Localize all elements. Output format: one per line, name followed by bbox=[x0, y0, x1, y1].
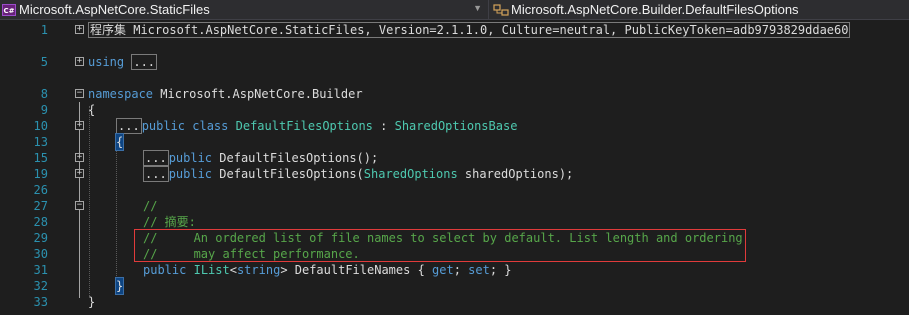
expand-icon[interactable]: + bbox=[75, 57, 84, 66]
code-line: 26 bbox=[0, 182, 909, 198]
code-line: 10 + ... public class DefaultFilesOptions… bbox=[0, 118, 909, 134]
matched-open-brace: { bbox=[114, 133, 125, 151]
navigation-bar: C# Microsoft.AspNetCore.StaticFiles ▼ Mi… bbox=[0, 0, 909, 20]
line-number: 5 bbox=[40, 55, 48, 69]
highlight-annotation-box bbox=[134, 229, 746, 262]
type-dropdown[interactable]: Microsoft.AspNetCore.Builder.DefaultFile… bbox=[489, 0, 909, 19]
public-keyword: public bbox=[143, 263, 187, 277]
project-dropdown[interactable]: C# Microsoft.AspNetCore.StaticFiles ▼ bbox=[0, 0, 489, 19]
using-keyword: using bbox=[88, 55, 125, 69]
collapsed-region[interactable]: ... bbox=[116, 118, 142, 134]
generic-open: < bbox=[229, 263, 237, 277]
line-number: 27 bbox=[33, 199, 48, 213]
get-keyword: get bbox=[432, 263, 454, 277]
inherit-separator: : bbox=[372, 119, 395, 133]
code-line: 31 public IList<string> DefaultFileNames… bbox=[0, 262, 909, 278]
line-number: 30 bbox=[33, 247, 48, 261]
code-line: 8 − namespace Microsoft.AspNetCore.Build… bbox=[0, 86, 909, 102]
code-line: 28 // 摘要: bbox=[0, 214, 909, 230]
code-line: 32 } bbox=[0, 277, 909, 295]
public-keyword: public bbox=[168, 151, 213, 165]
code-line: 19 + ... public DefaultFilesOptions(Share… bbox=[0, 166, 909, 182]
property-close: ; } bbox=[489, 263, 512, 277]
code-line: 15 + ... public DefaultFilesOptions(); bbox=[0, 150, 909, 166]
project-dropdown-label: Microsoft.AspNetCore.StaticFiles bbox=[19, 2, 210, 17]
set-keyword: set bbox=[468, 263, 490, 277]
class-icon bbox=[493, 3, 509, 16]
line-number: 10 bbox=[33, 119, 48, 133]
collapsed-region[interactable]: ... bbox=[131, 54, 158, 70]
type-dropdown-label: Microsoft.AspNetCore.Builder.DefaultFile… bbox=[511, 2, 799, 17]
line-number: 13 bbox=[33, 135, 48, 149]
line-number: 26 bbox=[33, 183, 48, 197]
collapsed-region[interactable]: ... bbox=[143, 150, 169, 166]
comment: // bbox=[143, 199, 158, 213]
assembly-comment: 程序集 Microsoft.AspNetCore.StaticFiles, Ve… bbox=[88, 22, 851, 38]
line-number: 28 bbox=[33, 215, 48, 229]
constructor-signature: DefaultFilesOptions(); bbox=[212, 151, 379, 165]
ilist-type: IList bbox=[193, 263, 230, 277]
line-number: 8 bbox=[40, 87, 48, 101]
collapse-icon[interactable]: − bbox=[75, 201, 84, 210]
open-brace: { bbox=[88, 103, 96, 117]
line-number: 32 bbox=[33, 279, 48, 293]
expand-icon[interactable]: + bbox=[75, 169, 84, 178]
line-number: 31 bbox=[33, 263, 48, 277]
line-number: 15 bbox=[33, 151, 48, 165]
class-keyword: public class bbox=[141, 119, 229, 133]
code-line: 33 } bbox=[0, 294, 909, 310]
code-editor[interactable]: 1 + 程序集 Microsoft.AspNetCore.StaticFiles… bbox=[0, 20, 909, 315]
class-name: DefaultFilesOptions bbox=[235, 119, 373, 133]
property-declaration: > DefaultFileNames { bbox=[280, 263, 433, 277]
namespace-keyword: namespace bbox=[88, 87, 154, 101]
expand-icon[interactable]: + bbox=[75, 121, 84, 130]
line-number: 33 bbox=[33, 295, 48, 309]
code-line: 13 { bbox=[0, 133, 909, 151]
constructor-name: DefaultFilesOptions( bbox=[212, 167, 364, 181]
public-keyword: public bbox=[168, 167, 213, 181]
code-line: 9 { bbox=[0, 102, 909, 118]
semicolon: ; bbox=[453, 263, 469, 277]
collapsed-region[interactable]: ... bbox=[143, 166, 169, 182]
string-keyword: string bbox=[236, 263, 281, 277]
code-line: 27 − // bbox=[0, 198, 909, 214]
code-line: 1 + 程序集 Microsoft.AspNetCore.StaticFiles… bbox=[0, 22, 909, 38]
expand-icon[interactable]: + bbox=[75, 153, 84, 162]
comment-summary: // 摘要: bbox=[143, 215, 196, 229]
csharp-file-icon: C# bbox=[2, 3, 16, 16]
line-number: 19 bbox=[33, 167, 48, 181]
parameter-name: sharedOptions); bbox=[457, 167, 574, 181]
code-line: 5 + using ... bbox=[0, 54, 909, 70]
line-number: 29 bbox=[33, 231, 48, 245]
collapse-icon[interactable]: − bbox=[75, 89, 84, 98]
close-brace: } bbox=[88, 295, 96, 309]
chevron-down-icon: ▼ bbox=[473, 3, 482, 13]
base-class-name: SharedOptionsBase bbox=[394, 119, 518, 133]
line-number: 9 bbox=[40, 103, 48, 117]
line-number: 1 bbox=[40, 23, 48, 37]
parameter-type: SharedOptions bbox=[363, 167, 458, 181]
expand-icon[interactable]: + bbox=[75, 25, 84, 34]
matched-close-brace: } bbox=[114, 277, 125, 295]
namespace-name: Microsoft.AspNetCore.Builder bbox=[153, 87, 363, 101]
